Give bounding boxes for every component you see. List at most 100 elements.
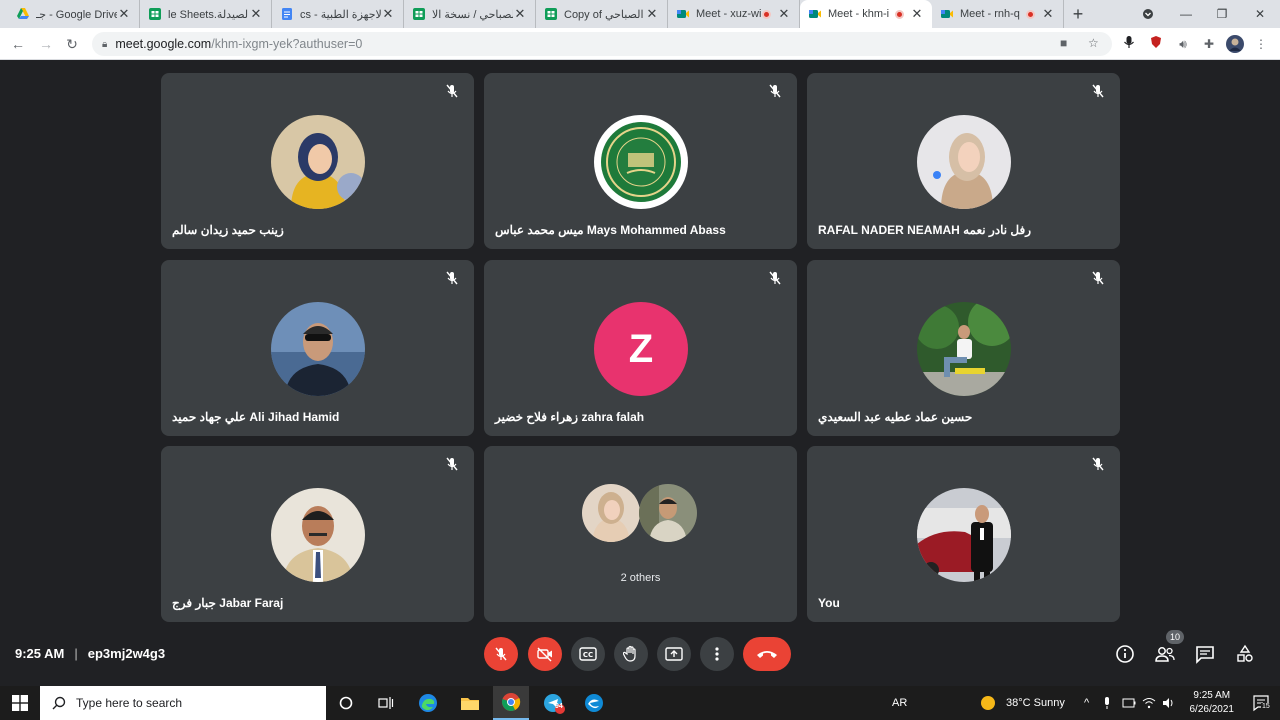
close-window-icon[interactable]: ✕ [1242, 0, 1278, 28]
start-button[interactable] [0, 686, 40, 720]
mic-off-icon [495, 647, 507, 661]
tab-meet-rnh[interactable]: Meet - rnh-q ✕ [932, 0, 1064, 28]
muted-mic-icon [1092, 84, 1104, 98]
participant-tile[interactable]: ميس محمد عباس Mays Mohammed Abass [484, 73, 797, 249]
close-tab-icon[interactable]: ✕ [513, 6, 527, 22]
more-options-button[interactable] [700, 637, 734, 671]
participant-name: علي جهاد حميد Ali Jihad Hamid [172, 410, 340, 424]
google-meet-icon [677, 10, 689, 18]
search-placeholder: Type here to search [76, 696, 183, 710]
participant-avatar [582, 484, 640, 542]
tab-sheets-copy-of[interactable]: Copy of الصباحي ✕ [536, 0, 668, 28]
close-tab-icon[interactable]: ✕ [1041, 6, 1055, 22]
action-center-icon[interactable]: 15 [1252, 694, 1271, 712]
taskbar-clock[interactable]: 9:25 AM 6/26/2021 [1190, 689, 1235, 717]
tab-google-drive[interactable]: جـ - Google Drive ✕ [8, 0, 140, 28]
task-view-icon[interactable] [368, 686, 404, 720]
reload-icon[interactable]: ↻ [62, 34, 82, 54]
participant-name: ميس محمد عباس Mays Mohammed Abass [495, 223, 726, 237]
others-tile[interactable]: 2 others [484, 446, 797, 622]
forward-icon[interactable]: → [36, 34, 56, 54]
tray-mic-icon[interactable] [1102, 686, 1112, 720]
battery-icon[interactable] [1122, 686, 1136, 720]
weather-widget[interactable]: 38°C Sunny [980, 686, 1065, 720]
participant-tile[interactable]: حسين عماد عطيه عبد السعيدي [807, 260, 1120, 436]
participant-avatar [639, 484, 697, 542]
wifi-icon[interactable] [1142, 686, 1156, 720]
tab-sheets-pharmacy[interactable]: le Sheets.الصيدلة ✕ [140, 0, 272, 28]
address-bar[interactable]: 🔒︎ meet.google.com/khm-ixgm-yek?authuser… [92, 32, 1112, 56]
present-screen-button[interactable] [657, 637, 691, 671]
close-tab-icon[interactable]: ✕ [645, 6, 659, 22]
participant-avatar [917, 115, 1011, 209]
tab-meet-xuz[interactable]: Meet - xuz-wi ✕ [668, 0, 800, 28]
participant-tile[interactable]: زينب حميد زيدان سالم [161, 73, 474, 249]
browser-tab-strip: جـ - Google Drive ✕ le Sheets.الصيدلة ✕ … [0, 0, 1280, 28]
tab-title: Copy of الصباحي [564, 8, 644, 21]
sun-icon [981, 696, 995, 710]
info-icon [1116, 645, 1134, 663]
google-sheets-icon [149, 8, 161, 20]
tab-title: Meet - khm-i [828, 8, 890, 20]
participant-name: RAFAL NADER NEAMAH رفل نادر نعمه [818, 223, 1032, 237]
chat-button[interactable] [1194, 643, 1216, 665]
tab-search-icon[interactable] [1130, 0, 1166, 28]
activities-button[interactable] [1234, 643, 1256, 665]
tab-sheets-morning-copy[interactable]: الصباحي / نسخة الا ✕ [404, 0, 536, 28]
browser-menu-icon[interactable]: ⋮ [1252, 35, 1270, 53]
meeting-details-button[interactable] [1114, 643, 1136, 665]
tab-docs-medical[interactable]: cs - الاجهزة الطبية ✕ [272, 0, 404, 28]
profile-avatar[interactable] [1226, 35, 1244, 53]
close-tab-icon[interactable]: ✕ [910, 6, 924, 22]
cortana-icon[interactable] [328, 686, 364, 720]
close-tab-icon[interactable]: ✕ [381, 6, 395, 22]
bookmark-star-icon[interactable]: ☆ [1088, 36, 1099, 50]
participant-tile[interactable]: جبار فرج Jabar Faraj [161, 446, 474, 622]
tab-title: Meet - rnh-q [960, 8, 1020, 20]
camera-in-use-icon[interactable]: ■ [1060, 36, 1067, 50]
participant-tile[interactable]: علي جهاد حميد Ali Jihad Hamid [161, 260, 474, 436]
participant-name: زينب حميد زيدان سالم [172, 223, 284, 237]
notification-count: 15 [1261, 703, 1271, 710]
microphone-extension-icon[interactable] [1120, 35, 1138, 53]
leave-call-button[interactable] [743, 637, 791, 671]
taskbar-search[interactable]: Type here to search [40, 686, 326, 720]
toggle-microphone-button[interactable] [484, 637, 518, 671]
people-button[interactable] [1154, 643, 1176, 665]
url-text: meet.google.com/khm-ixgm-yek?authuser=0 [115, 37, 362, 51]
puzzle-extensions-icon[interactable]: ✚ [1200, 35, 1218, 53]
captions-button[interactable]: CC [571, 637, 605, 671]
maximize-icon[interactable]: ❐ [1204, 0, 1240, 28]
activities-shapes-icon [1237, 644, 1253, 662]
participant-tile[interactable]: RAFAL NADER NEAMAH رفل نادر نعمه [807, 73, 1120, 249]
minimize-icon[interactable]: — [1168, 0, 1204, 28]
close-tab-icon[interactable]: ✕ [117, 6, 131, 22]
more-vert-icon [715, 647, 719, 661]
participant-name: You [818, 596, 840, 610]
language-indicator[interactable]: AR [892, 686, 907, 720]
new-tab-button[interactable]: + [1064, 0, 1092, 28]
hand-icon [623, 645, 636, 662]
self-tile[interactable]: You [807, 446, 1120, 622]
back-icon[interactable]: ← [8, 34, 28, 54]
volume-icon[interactable] [1162, 686, 1176, 720]
close-tab-icon[interactable]: ✕ [777, 6, 791, 22]
telegram-icon[interactable]: 94 [536, 686, 572, 720]
participant-avatar [271, 488, 365, 582]
participant-avatar [917, 488, 1011, 582]
chrome-icon[interactable] [493, 686, 529, 720]
file-explorer-icon[interactable] [452, 686, 488, 720]
edge-app-icon[interactable] [576, 686, 612, 720]
google-meet-icon [941, 10, 953, 18]
search-icon [52, 696, 66, 710]
participant-tile[interactable]: Z زهراء فلاح خضير zahra falah [484, 260, 797, 436]
closed-captions-icon: CC [579, 647, 597, 661]
close-tab-icon[interactable]: ✕ [249, 6, 263, 22]
tab-meet-khm[interactable]: Meet - khm-i ✕ [800, 0, 932, 28]
show-hidden-icons[interactable]: ^ [1084, 686, 1089, 720]
toggle-camera-button[interactable] [528, 637, 562, 671]
speaker-extension-icon[interactable]: 🔊︎ [1174, 35, 1192, 53]
edge-browser-icon[interactable] [410, 686, 446, 720]
raise-hand-button[interactable] [614, 637, 648, 671]
shield-extension-icon[interactable] [1147, 35, 1165, 53]
